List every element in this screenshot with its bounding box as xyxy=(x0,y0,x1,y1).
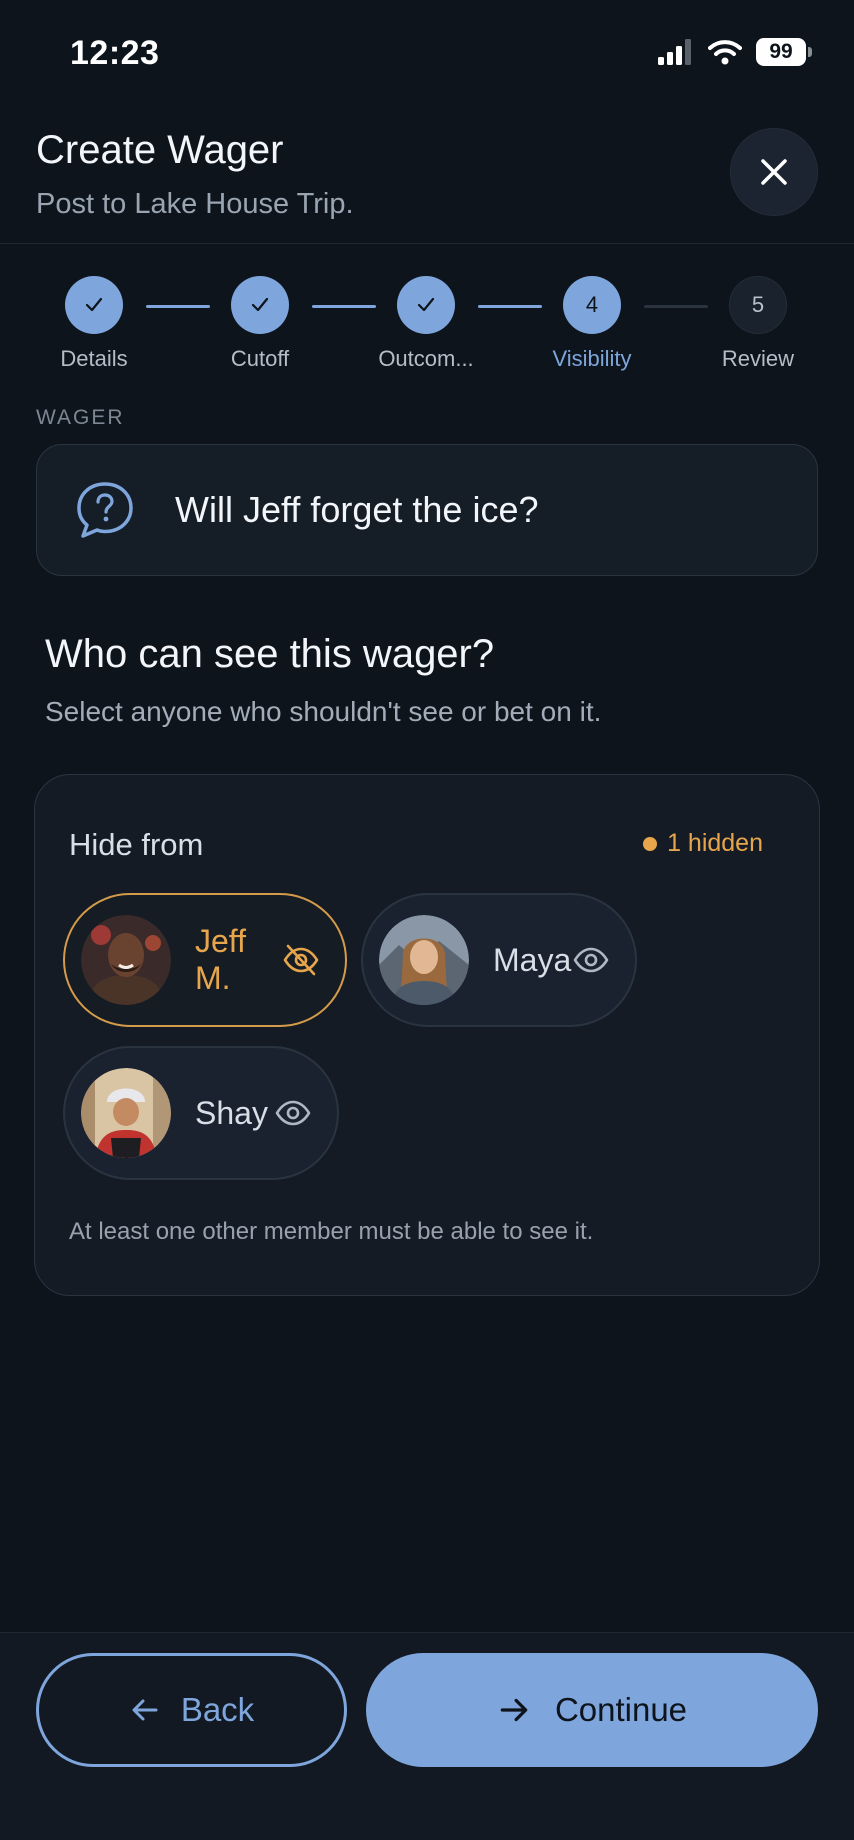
member-chip-shay[interactable]: Shay xyxy=(63,1046,339,1180)
hidden-count-badge: 1 hidden xyxy=(643,829,763,858)
step-review[interactable]: 5 Review xyxy=(698,276,818,372)
wager-card: Will Jeff forget the ice? xyxy=(36,444,818,576)
eye-icon xyxy=(275,1100,311,1126)
continue-label: Continue xyxy=(554,1691,688,1728)
step-details[interactable]: Details xyxy=(34,276,154,372)
progress-stepper: Details Cutoff Outcom... 4 Visibility 5 … xyxy=(0,276,854,376)
step-label: Outcom... xyxy=(378,346,474,371)
hidden-count-text: 1 hidden xyxy=(667,829,763,857)
eye-icon xyxy=(573,947,609,973)
status-time: 12:23 xyxy=(70,34,160,72)
step-visibility[interactable]: 4 Visibility xyxy=(532,276,652,372)
close-button[interactable] xyxy=(730,128,818,216)
checkmark-icon xyxy=(251,297,269,312)
step-complete-badge xyxy=(397,276,455,334)
battery-tip xyxy=(808,47,812,57)
step-number-badge: 4 xyxy=(563,276,621,334)
wager-section-label: WAGER xyxy=(36,406,125,429)
step-complete-badge xyxy=(65,276,123,334)
eye-off-icon xyxy=(283,944,319,976)
checkmark-icon xyxy=(417,297,435,312)
battery-indicator: 99 xyxy=(756,38,812,66)
step-complete-badge xyxy=(231,276,289,334)
avatar xyxy=(379,915,469,1005)
page-subtitle: Post to Lake House Trip. xyxy=(36,188,354,220)
member-name: Shay xyxy=(195,1094,268,1131)
close-icon xyxy=(761,159,787,185)
back-label: Back xyxy=(180,1691,255,1728)
avatar xyxy=(81,1068,171,1158)
bottom-action-bar: Back Continue xyxy=(0,1632,854,1840)
wager-question: Will Jeff forget the ice? xyxy=(175,489,539,530)
avatar xyxy=(81,915,171,1005)
member-chip-maya[interactable]: Maya xyxy=(361,893,637,1027)
header: Create Wager Post to Lake House Trip. xyxy=(0,108,854,244)
step-label: Review xyxy=(721,346,795,371)
continue-button[interactable]: Continue xyxy=(366,1653,818,1767)
step-label: Visibility xyxy=(552,346,632,371)
step-outcomes[interactable]: Outcom... xyxy=(366,276,486,372)
cellular-signal-icon xyxy=(658,39,691,65)
step-cutoff[interactable]: Cutoff xyxy=(200,276,320,372)
arrow-right-icon xyxy=(500,1698,528,1722)
hidden-dot xyxy=(643,836,658,851)
status-icons: 99 xyxy=(658,38,812,66)
hide-from-label: Hide from xyxy=(69,827,204,862)
step-label: Cutoff xyxy=(230,346,290,371)
checkmark-icon xyxy=(85,297,103,312)
hide-from-card: Hide from 1 hidden Jeff M. Maya Shay At … xyxy=(34,774,820,1296)
member-chip-jeff[interactable]: Jeff M. xyxy=(63,893,347,1027)
arrow-left-icon xyxy=(132,1699,158,1721)
member-name: Maya xyxy=(493,941,572,978)
visibility-subtitle: Select anyone who shouldn't see or bet o… xyxy=(45,696,602,727)
visibility-footnote: At least one other member must be able t… xyxy=(69,1218,594,1245)
member-name: Jeff M. xyxy=(195,923,246,996)
page-title: Create Wager xyxy=(36,128,284,172)
back-button[interactable]: Back xyxy=(36,1653,347,1767)
wifi-icon xyxy=(708,40,742,65)
battery-level: 99 xyxy=(756,38,806,66)
step-number-badge: 5 xyxy=(729,276,787,334)
visibility-title: Who can see this wager? xyxy=(45,632,495,676)
status-bar: 12:23 99 xyxy=(0,0,854,108)
question-bubble-icon xyxy=(77,482,133,538)
step-label: Details xyxy=(60,346,128,371)
